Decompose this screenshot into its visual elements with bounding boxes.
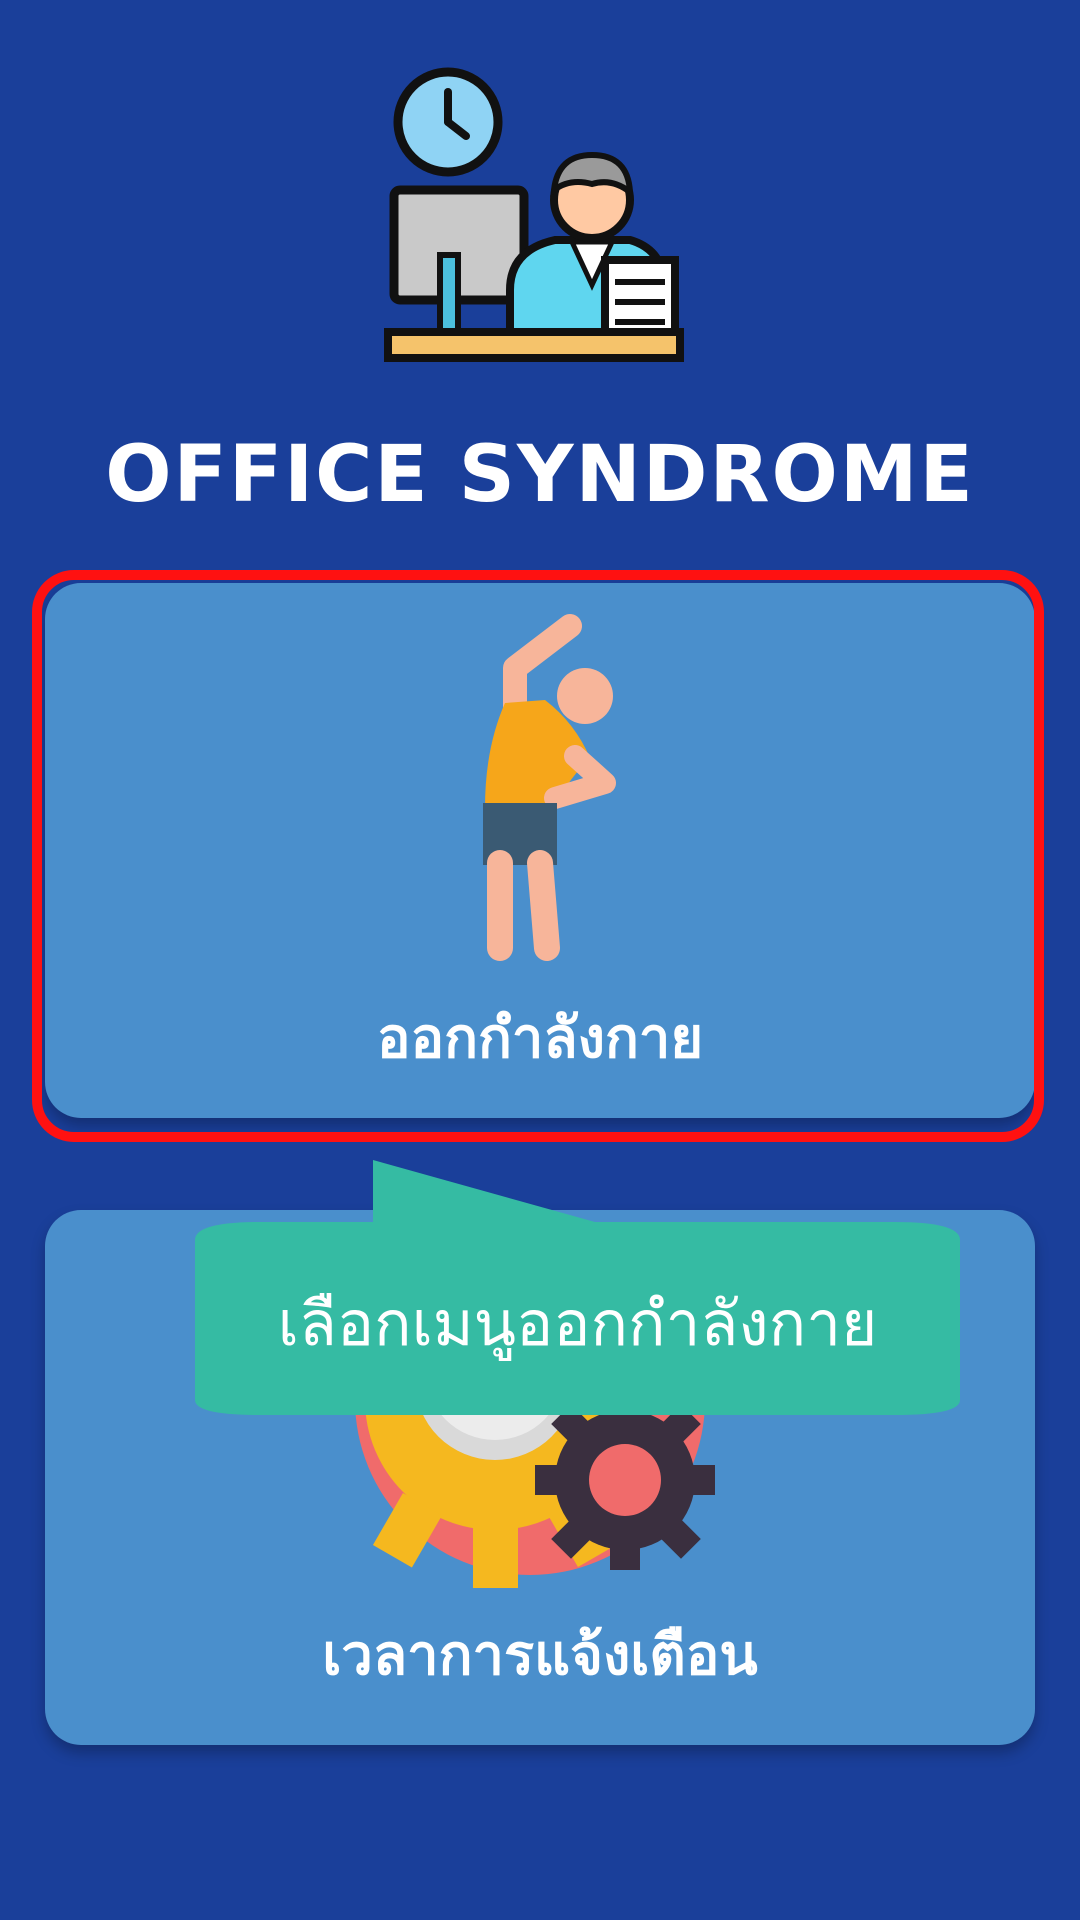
tooltip-text: เลือกเมนูออกกำลังกาย [277,1287,878,1360]
tutorial-tooltip[interactable]: เลือกเมนูออกกำลังกาย [195,1160,960,1415]
office-worker-desk-icon [384,67,684,362]
notification-time-menu-label: เวลาการแจ้งเตือน [322,1623,758,1688]
app-screen: OFFICE SYNDROME ออกกำลังกาย เวลาการแจ้งเ… [0,0,1080,1920]
stretching-person-icon [483,614,616,961]
app-title: OFFICE SYNDROME [105,430,975,520]
exercise-menu-card[interactable]: ออกกำลังกาย [45,583,1035,1118]
exercise-menu-label: ออกกำลังกาย [376,1006,704,1071]
